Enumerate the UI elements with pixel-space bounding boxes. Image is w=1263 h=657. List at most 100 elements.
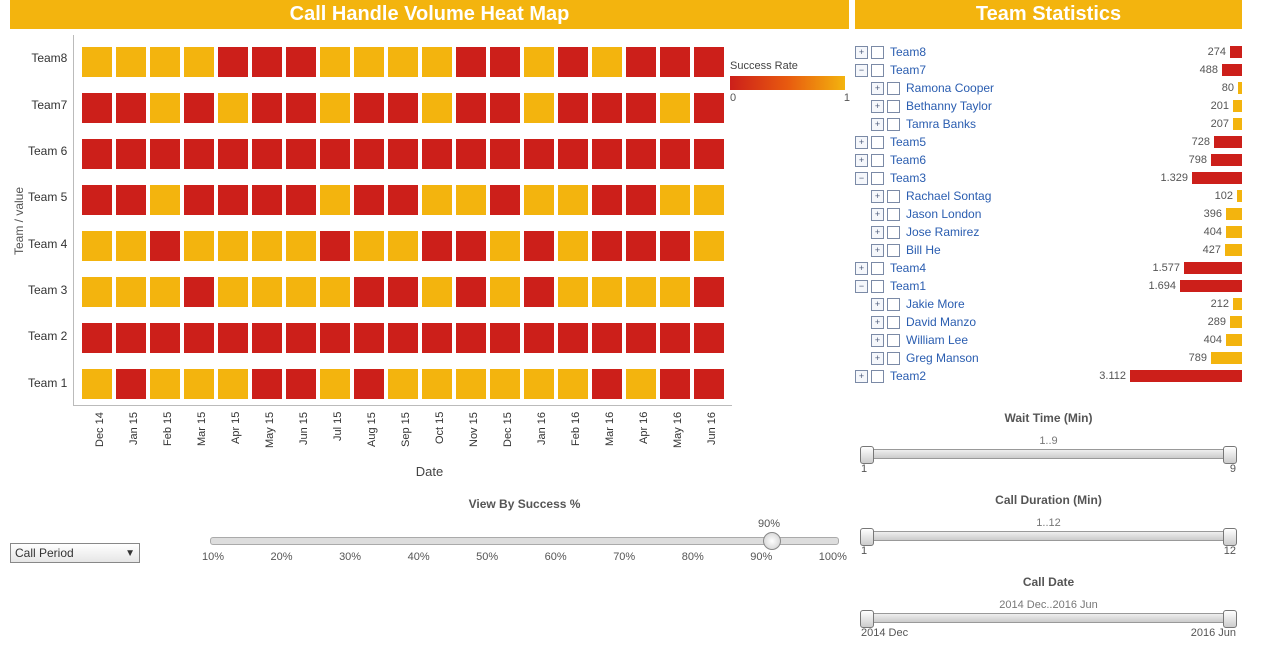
heatmap-cell[interactable] xyxy=(320,139,350,169)
heatmap-cell[interactable] xyxy=(558,47,588,77)
heatmap-cell[interactable] xyxy=(218,231,248,261)
heatmap-cell[interactable] xyxy=(660,139,690,169)
heatmap-cell[interactable] xyxy=(558,231,588,261)
heatmap-cell[interactable] xyxy=(660,231,690,261)
heatmap-cell[interactable] xyxy=(150,139,180,169)
heatmap-cell[interactable] xyxy=(660,47,690,77)
heatmap-cell[interactable] xyxy=(184,277,214,307)
heatmap-cell[interactable] xyxy=(694,323,724,353)
heatmap-cell[interactable] xyxy=(490,93,520,123)
heatmap-cell[interactable] xyxy=(82,139,112,169)
heatmap-cell[interactable] xyxy=(524,185,554,215)
tree-row[interactable]: +Team23.112 xyxy=(855,367,1242,385)
heatmap-cell[interactable] xyxy=(150,323,180,353)
heatmap-cell[interactable] xyxy=(218,277,248,307)
heatmap-cell[interactable] xyxy=(286,369,316,399)
tree-checkbox[interactable] xyxy=(887,190,900,203)
tree-row[interactable]: +William Lee404 xyxy=(855,331,1242,349)
heatmap-cell[interactable] xyxy=(320,47,350,77)
collapse-icon[interactable]: − xyxy=(855,64,868,77)
heatmap-cell[interactable] xyxy=(184,139,214,169)
heatmap-cell[interactable] xyxy=(82,93,112,123)
heatmap-cell[interactable] xyxy=(82,277,112,307)
heatmap-cell[interactable] xyxy=(286,231,316,261)
tree-row[interactable]: +David Manzo289 xyxy=(855,313,1242,331)
heatmap-cell[interactable] xyxy=(558,185,588,215)
heatmap-cell[interactable] xyxy=(320,277,350,307)
heatmap-cell[interactable] xyxy=(116,47,146,77)
range-track[interactable] xyxy=(861,613,1236,623)
tree-row[interactable]: +Bill He427 xyxy=(855,241,1242,259)
heatmap-cell[interactable] xyxy=(558,277,588,307)
heatmap-cell[interactable] xyxy=(82,47,112,77)
heatmap-cell[interactable] xyxy=(490,47,520,77)
heatmap-cell[interactable] xyxy=(592,323,622,353)
heatmap-cell[interactable] xyxy=(660,277,690,307)
heatmap-cell[interactable] xyxy=(116,369,146,399)
range-thumb-min[interactable] xyxy=(860,446,874,464)
heatmap-cell[interactable] xyxy=(626,185,656,215)
heatmap-cell[interactable] xyxy=(320,231,350,261)
tree-row[interactable]: +Jason London396 xyxy=(855,205,1242,223)
heatmap-cell[interactable] xyxy=(354,277,384,307)
heatmap-cell[interactable] xyxy=(286,139,316,169)
heatmap-cell[interactable] xyxy=(286,277,316,307)
heatmap-cell[interactable] xyxy=(388,369,418,399)
heatmap-cell[interactable] xyxy=(660,93,690,123)
heatmap-cell[interactable] xyxy=(490,369,520,399)
heatmap-cell[interactable] xyxy=(320,185,350,215)
heatmap-cell[interactable] xyxy=(184,369,214,399)
heatmap-cell[interactable] xyxy=(286,47,316,77)
heatmap-cell[interactable] xyxy=(252,93,282,123)
heatmap-cell[interactable] xyxy=(694,231,724,261)
tree-checkbox[interactable] xyxy=(887,226,900,239)
collapse-icon[interactable]: − xyxy=(855,172,868,185)
expand-icon[interactable]: + xyxy=(871,334,884,347)
heatmap-cell[interactable] xyxy=(116,323,146,353)
heatmap-cell[interactable] xyxy=(218,185,248,215)
expand-icon[interactable]: + xyxy=(871,118,884,131)
heatmap-cell[interactable] xyxy=(150,231,180,261)
heatmap-cell[interactable] xyxy=(660,323,690,353)
tree-checkbox[interactable] xyxy=(871,64,884,77)
tree-row[interactable]: +Jakie More212 xyxy=(855,295,1242,313)
heatmap-cell[interactable] xyxy=(592,139,622,169)
range-track[interactable] xyxy=(861,531,1236,541)
heatmap-cell[interactable] xyxy=(82,369,112,399)
expand-icon[interactable]: + xyxy=(855,154,868,167)
tree-checkbox[interactable] xyxy=(887,316,900,329)
slider-thumb[interactable] xyxy=(763,532,781,550)
tree-row[interactable]: +Team8274 xyxy=(855,43,1242,61)
heatmap-cell[interactable] xyxy=(252,231,282,261)
heatmap-cell[interactable] xyxy=(490,231,520,261)
heatmap-cell[interactable] xyxy=(286,323,316,353)
heatmap-cell[interactable] xyxy=(116,93,146,123)
heatmap-cell[interactable] xyxy=(252,323,282,353)
heatmap-cell[interactable] xyxy=(456,139,486,169)
tree-checkbox[interactable] xyxy=(887,82,900,95)
heatmap-cell[interactable] xyxy=(320,93,350,123)
heatmap-cell[interactable] xyxy=(388,47,418,77)
heatmap-cell[interactable] xyxy=(150,93,180,123)
collapse-icon[interactable]: − xyxy=(855,280,868,293)
expand-icon[interactable]: + xyxy=(855,136,868,149)
heatmap-cell[interactable] xyxy=(150,369,180,399)
heatmap-cell[interactable] xyxy=(422,139,452,169)
tree-checkbox[interactable] xyxy=(871,280,884,293)
heatmap-cell[interactable] xyxy=(694,277,724,307)
heatmap-cell[interactable] xyxy=(660,185,690,215)
heatmap-cell[interactable] xyxy=(694,93,724,123)
heatmap-cell[interactable] xyxy=(524,139,554,169)
heatmap-cell[interactable] xyxy=(524,93,554,123)
heatmap-cell[interactable] xyxy=(422,47,452,77)
heatmap-cell[interactable] xyxy=(456,231,486,261)
heatmap-cell[interactable] xyxy=(422,185,452,215)
heatmap-cell[interactable] xyxy=(320,369,350,399)
heatmap-cell[interactable] xyxy=(184,47,214,77)
heatmap-cell[interactable] xyxy=(456,47,486,77)
heatmap-cell[interactable] xyxy=(286,185,316,215)
heatmap-cell[interactable] xyxy=(592,231,622,261)
expand-icon[interactable]: + xyxy=(871,298,884,311)
tree-row[interactable]: +Ramona Cooper80 xyxy=(855,79,1242,97)
heatmap-cell[interactable] xyxy=(388,277,418,307)
